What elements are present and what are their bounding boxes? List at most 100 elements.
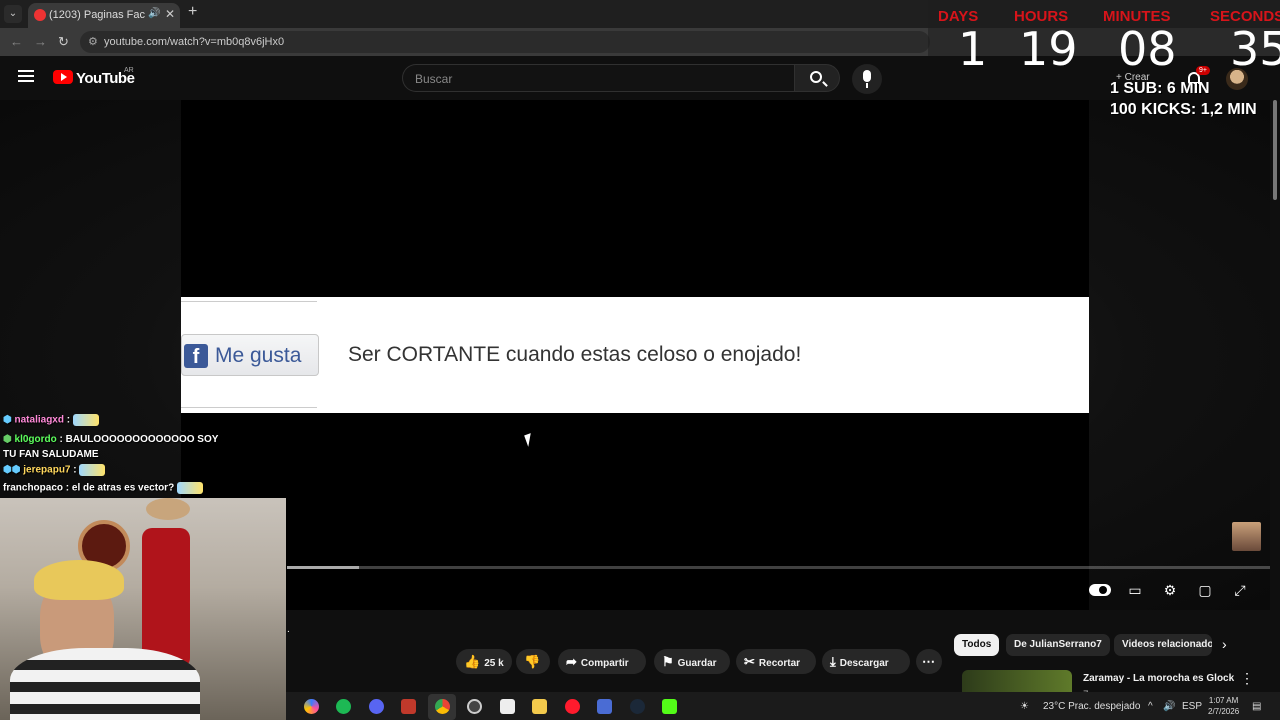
search-icon (810, 71, 822, 83)
share-icon: ➦ (566, 654, 577, 669)
facebook-page-caption: Ser CORTANTE cuando estas celoso o enoja… (348, 343, 802, 366)
progress-fill (287, 566, 359, 569)
recommendation-title[interactable]: Zaramay - La morocha es Glock (1083, 673, 1234, 684)
subtitles-icon[interactable]: ▭ (1126, 582, 1144, 598)
chat-badge-icon: ⬢ (3, 434, 12, 445)
dislike-button[interactable]: 👎 (516, 649, 550, 674)
steam-icon[interactable] (630, 699, 645, 714)
search-placeholder: Buscar (415, 72, 453, 86)
clock-date: 2/7/2026 (1208, 707, 1240, 716)
thumbs-up-icon: 👍 (464, 654, 481, 669)
fullscreen-icon[interactable]: ⤢ (1231, 582, 1249, 598)
browser-tab-active[interactable]: (1203) Paginas Facebook: P 🔊 ✕ (28, 3, 180, 28)
chat-username: kl0gordo (14, 434, 57, 445)
chat-emote-icon (176, 482, 203, 494)
countdown-seconds-label: SECONDS (1210, 8, 1280, 25)
system-clock[interactable]: 1:07 AM 2/7/2026 (1208, 695, 1239, 717)
notifications-center-icon[interactable]: ▤ (1252, 701, 1261, 712)
address-bar[interactable]: ⚙ youtube.com/watch?v=mb0q8v6jHx0 (80, 31, 930, 53)
countdown-minutes-value: 08 (1118, 22, 1177, 76)
search-button[interactable] (794, 64, 840, 92)
chip-related[interactable]: Videos relacionados (1114, 634, 1212, 656)
back-icon[interactable]: ← (10, 34, 23, 49)
share-button[interactable]: ➦ Compartir (558, 649, 646, 674)
countdown-hours-value: 19 (1019, 22, 1078, 76)
theater-mode-icon[interactable]: ▢ (1196, 582, 1214, 598)
scrollbar-thumb[interactable] (1273, 100, 1277, 200)
settings-gear-icon[interactable]: ⚙ (1161, 582, 1179, 598)
language-indicator[interactable]: ESP (1182, 701, 1202, 712)
url-text: youtube.com/watch?v=mb0q8v6jHx0 (104, 36, 285, 48)
voice-search-mic-icon[interactable] (852, 64, 882, 94)
chat-message: ⬢ nataliagxd : (3, 414, 99, 426)
like-label: Me gusta (215, 344, 302, 367)
weather-icon[interactable]: ☀ (1020, 701, 1029, 712)
notion-icon[interactable] (500, 699, 515, 714)
chevron-right-icon[interactable]: › (1222, 636, 1227, 652)
chat-emote-icon (79, 464, 106, 476)
spotify-icon[interactable] (336, 699, 351, 714)
volume-icon[interactable]: 🔊 (1163, 701, 1175, 712)
share-label: Compartir (580, 658, 629, 669)
clock-time: 1:07 AM (1208, 696, 1239, 705)
clip-button[interactable]: ✂ Recortar (736, 649, 816, 674)
download-icon: ⤓ (830, 654, 836, 669)
like-button[interactable]: 👍 25 k (456, 649, 512, 674)
chat-message: ⬢⬢ jerepapu7 : (3, 464, 106, 476)
more-actions-button[interactable]: ⋯ (916, 649, 942, 674)
tray-chevron-icon[interactable]: ^ (1148, 701, 1153, 712)
speaker-icon[interactable]: 🔊 (148, 8, 160, 19)
streamer-hair (34, 560, 124, 600)
chrome-icon[interactable] (435, 699, 450, 714)
country-code: AR (124, 67, 134, 74)
discord-icon[interactable] (369, 699, 384, 714)
download-button[interactable]: ⤓ Descargar (822, 649, 910, 674)
countdown-seconds-value: 35 (1230, 26, 1280, 72)
chat-username: franchopaco (3, 482, 64, 494)
hamburger-menu-icon[interactable] (18, 70, 34, 82)
site-info-icon[interactable]: ⚙ (88, 35, 98, 48)
like-count: 25 k (484, 658, 504, 669)
divider (181, 407, 317, 408)
forward-icon[interactable]: → (34, 34, 47, 49)
notification-count-badge: 9+ (1196, 66, 1210, 75)
kick-icon[interactable] (662, 699, 677, 714)
tab-search-icon[interactable]: ⌄ (4, 5, 22, 23)
autoplay-toggle[interactable] (1089, 584, 1111, 596)
download-label: Descargar (839, 658, 889, 669)
voicemeeter-icon[interactable] (401, 699, 416, 714)
chat-username: jerepapu7 (23, 464, 71, 476)
chat-badge-icon: ⬢ (3, 414, 12, 426)
copilot-icon[interactable] (304, 699, 319, 714)
chat-message: ⬢ kl0gordo : BAULOOOOOOOOOOOOO SOY TU FA… (3, 434, 219, 460)
chat-message: franchopaco : el de atras es vector? (3, 482, 203, 494)
file-explorer-icon[interactable] (532, 699, 547, 714)
streamer-webcam (0, 498, 286, 720)
divider (181, 301, 317, 302)
page-scrollbar[interactable] (1270, 100, 1280, 700)
weather-text[interactable]: 23°C Prac. despejado (1043, 701, 1140, 712)
more-vertical-icon[interactable]: ⋮ (1240, 670, 1254, 687)
channel-watermark[interactable] (1232, 522, 1261, 551)
facebook-post-strip: f Me gusta Ser CORTANTE cuando estas cel… (181, 297, 1089, 413)
opera-icon[interactable] (565, 699, 580, 714)
youtube-header: YouTube AR Buscar + Crear 9+ (0, 56, 1280, 100)
youtube-favicon-icon (34, 9, 46, 21)
reload-icon[interactable]: ↻ (58, 34, 69, 50)
search-input[interactable]: Buscar (402, 64, 794, 92)
more-horizontal-icon: ⋯ (922, 654, 935, 669)
tab-close-icon[interactable]: ✕ (165, 7, 175, 21)
facebook-icon: f (184, 344, 208, 368)
chip-from-channel[interactable]: De JulianSerrano7 (1006, 634, 1110, 656)
new-tab-icon[interactable]: + (188, 3, 197, 21)
chat-badge-icon: ⬢⬢ (3, 464, 21, 476)
save-button[interactable]: ⚑ Guardar (654, 649, 730, 674)
app-icon[interactable] (597, 699, 612, 714)
chip-all[interactable]: Todos (954, 634, 1000, 656)
tab-title: (1203) Paginas Facebook: P (49, 9, 145, 21)
youtube-logo-icon[interactable] (53, 70, 73, 84)
obs-icon[interactable] (467, 699, 482, 714)
progress-bar[interactable] (287, 566, 1270, 569)
clip-label: Recortar (758, 658, 801, 669)
scissors-icon: ✂ (744, 654, 755, 669)
